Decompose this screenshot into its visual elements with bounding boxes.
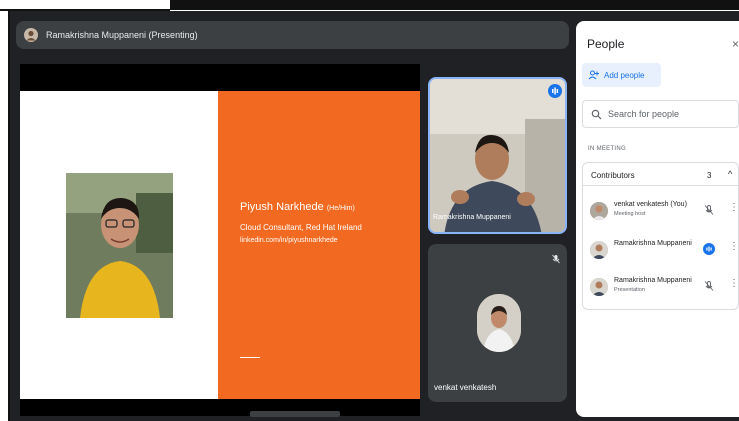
more-options-icon[interactable]: ⋮ xyxy=(729,202,739,213)
speaking-indicator-icon xyxy=(703,243,715,255)
more-options-icon[interactable]: ⋮ xyxy=(729,278,739,289)
close-icon[interactable]: × xyxy=(732,37,739,51)
search-placeholder: Search for people xyxy=(608,109,680,119)
participant-name: Ramakrishna Muppaneni xyxy=(614,277,692,284)
speaking-indicator-icon xyxy=(548,84,562,98)
participant-row[interactable]: venkat venkatesh (You) Meeting host ⋮ xyxy=(590,200,739,226)
presenting-label: Ramakrishna Muppaneni (Presenting) xyxy=(46,30,198,40)
participant-name: venkat venkatesh (You) xyxy=(614,201,687,208)
panel-title: People xyxy=(587,37,625,51)
search-input[interactable]: Search for people xyxy=(582,100,739,128)
avatar xyxy=(590,202,608,220)
tile-name-label: Ramakrishna Muppaneni xyxy=(433,214,511,221)
mic-off-icon xyxy=(552,254,560,264)
contributors-count: 3 xyxy=(707,171,712,180)
participant-row[interactable]: Ramakrishna Muppaneni ⋮ xyxy=(590,239,739,265)
search-icon xyxy=(591,109,602,119)
left-border xyxy=(0,11,10,421)
add-people-label: Add people xyxy=(604,70,645,80)
tile-name-label-self: venkat venkatesh xyxy=(434,383,497,392)
contributors-label: Contributors xyxy=(591,171,635,180)
more-options-icon[interactable]: ⋮ xyxy=(729,241,739,252)
self-avatar xyxy=(477,294,521,352)
slide-divider xyxy=(240,357,260,358)
video-tile-speaker[interactable] xyxy=(428,77,567,234)
mic-off-icon[interactable] xyxy=(703,280,715,292)
avatar xyxy=(590,278,608,296)
top-black-bar xyxy=(170,0,739,10)
slide-controls-bar[interactable] xyxy=(250,411,340,417)
slide-speaker-name: Piyush Narkhede (He/Him) xyxy=(240,201,355,213)
chevron-up-icon[interactable]: ^ xyxy=(728,169,732,179)
in-meeting-heading: IN MEETING xyxy=(588,146,627,152)
slide-right-panel xyxy=(218,91,420,399)
add-person-icon xyxy=(588,70,599,80)
presenter-avatar-icon xyxy=(24,28,38,42)
participant-name: Ramakrishna Muppaneni xyxy=(614,240,692,247)
avatar xyxy=(590,241,608,259)
mic-off-icon[interactable] xyxy=(703,204,715,216)
presenting-bar: Ramakrishna Muppaneni (Presenting) xyxy=(16,21,569,49)
participant-row[interactable]: Ramakrishna Muppaneni Presentation ⋮ xyxy=(590,276,739,302)
add-people-button[interactable]: Add people xyxy=(582,63,661,87)
slide-speaker-role: Cloud Consultant, Red Hat Ireland xyxy=(240,223,362,232)
speaker-photo xyxy=(66,173,173,318)
participant-role: Meeting host xyxy=(614,211,646,217)
slide-speaker-link: linkedin.com/in/piyushnarkhede xyxy=(240,237,338,244)
participant-role: Presentation xyxy=(614,287,645,293)
